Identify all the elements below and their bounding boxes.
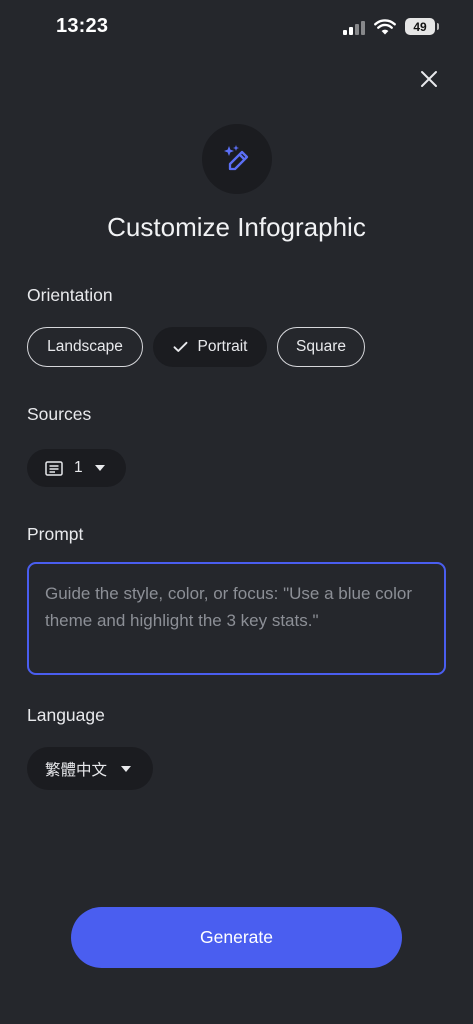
orientation-square-chip[interactable]: Square bbox=[277, 327, 365, 367]
status-time: 13:23 bbox=[56, 15, 109, 37]
battery-level: 49 bbox=[413, 19, 427, 34]
sources-dropdown[interactable]: 1 bbox=[27, 449, 126, 487]
wifi-icon bbox=[374, 18, 396, 34]
prompt-label: Prompt bbox=[27, 524, 84, 544]
generate-button[interactable]: Generate bbox=[71, 907, 402, 968]
dialog-title: Customize Infographic bbox=[107, 212, 366, 242]
sources-count: 1 bbox=[74, 459, 83, 476]
orientation-options: Landscape Portrait Square bbox=[27, 327, 365, 367]
document-icon bbox=[45, 460, 63, 476]
chip-label: Square bbox=[296, 338, 346, 355]
close-button[interactable] bbox=[412, 62, 446, 96]
close-icon bbox=[421, 71, 437, 87]
orientation-portrait-chip[interactable]: Portrait bbox=[153, 327, 267, 367]
status-bar: 13:23 49 bbox=[0, 0, 473, 56]
dropdown-arrow-icon bbox=[94, 465, 105, 471]
battery-indicator: 49 bbox=[405, 18, 439, 35]
chip-label: Portrait bbox=[197, 338, 248, 355]
language-value: 繁體中文 bbox=[45, 761, 108, 779]
status-icons: 49 bbox=[343, 18, 439, 35]
language-dropdown[interactable]: 繁體中文 bbox=[27, 747, 153, 790]
hero-icon-circle bbox=[202, 124, 272, 194]
language-label: Language bbox=[27, 705, 105, 725]
sources-label: Sources bbox=[27, 404, 92, 424]
prompt-input[interactable] bbox=[45, 580, 428, 657]
orientation-label: Orientation bbox=[27, 285, 113, 305]
check-icon bbox=[173, 341, 188, 353]
signal-icon bbox=[343, 19, 365, 35]
chip-label: Landscape bbox=[47, 338, 123, 355]
magic-wand-icon bbox=[224, 145, 249, 171]
prompt-input-container bbox=[27, 562, 446, 675]
orientation-landscape-chip[interactable]: Landscape bbox=[27, 327, 143, 367]
dropdown-arrow-icon bbox=[121, 765, 132, 772]
